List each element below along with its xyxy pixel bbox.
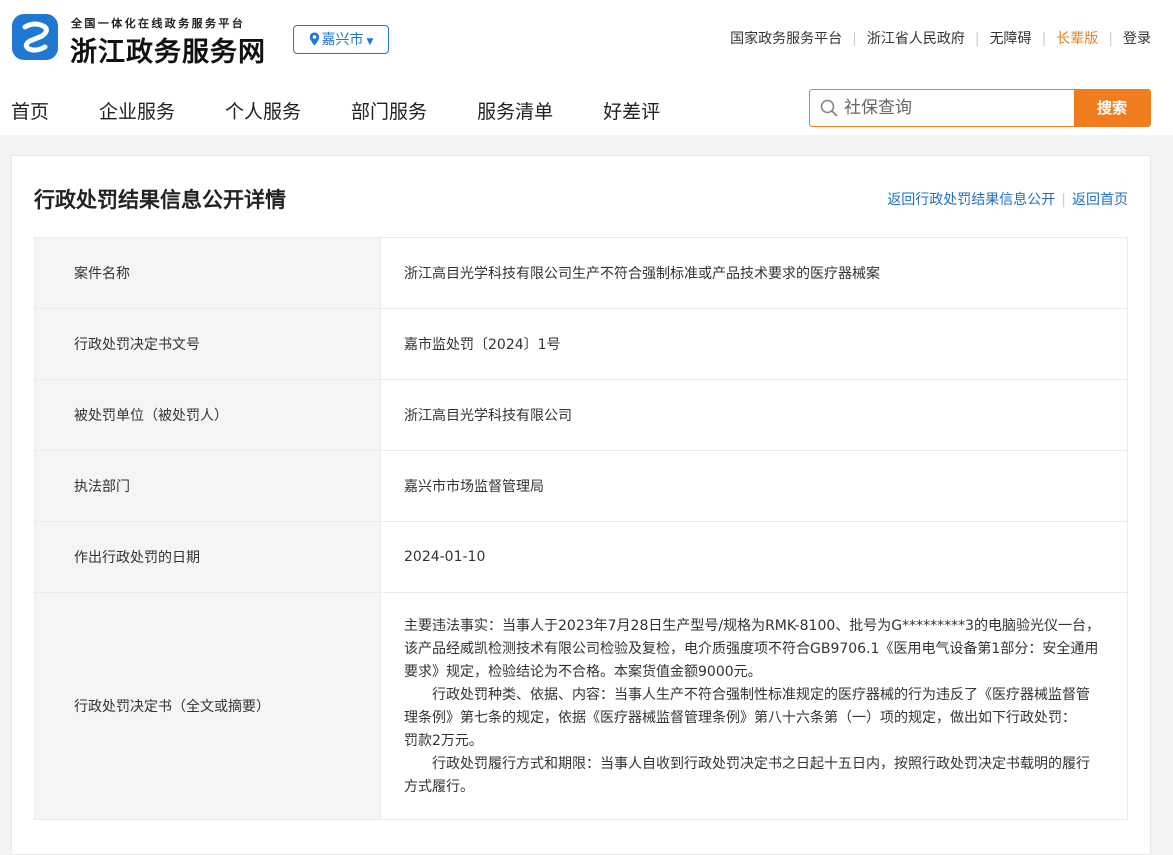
table-row: 作出行政处罚的日期 2024-01-10 xyxy=(34,521,1128,593)
back-to-home-link[interactable]: 返回首页 xyxy=(1072,192,1128,208)
logo-title[interactable]: 浙江政务服务网 xyxy=(70,30,266,69)
table-row: 行政处罚决定书文号 嘉市监处罚〔2024〕1号 xyxy=(34,308,1128,380)
field-label: 被处罚单位（被处罚人） xyxy=(34,379,381,451)
field-label: 行政处罚决定书文号 xyxy=(34,308,381,380)
divider: | xyxy=(1061,192,1066,208)
field-value: 2024-01-10 xyxy=(380,521,1128,593)
back-to-list-link[interactable]: 返回行政处罚结果信息公开 xyxy=(887,192,1055,208)
table-row: 行政处罚决定书（全文或摘要） 主要违法事实：当事人于2023年7月28日生产型号… xyxy=(34,592,1128,820)
page-title: 行政处罚结果信息公开详情 xyxy=(34,188,286,212)
caret-down-icon: ▼ xyxy=(366,37,374,47)
divider: | xyxy=(974,31,980,47)
city-label: 嘉兴市 xyxy=(321,32,364,48)
main-nav: 首页 企业服务 个人服务 部门服务 服务清单 好差评 xyxy=(11,97,710,124)
link-elder-mode[interactable]: 长辈版 xyxy=(1056,31,1098,47)
detail-table: 案件名称 浙江高目光学科技有限公司生产不符合强制标准或产品技术要求的医疗器械案 … xyxy=(34,237,1128,820)
search-box: 搜索 xyxy=(809,89,1151,127)
decision-text: 主要违法事实：当事人于2023年7月28日生产型号/规格为RMK-8100、批号… xyxy=(380,592,1128,820)
link-national-platform[interactable]: 国家政务服务平台 xyxy=(730,31,842,47)
link-login[interactable]: 登录 xyxy=(1123,31,1151,47)
search-input[interactable] xyxy=(844,90,1074,126)
field-value: 浙江高目光学科技有限公司生产不符合强制标准或产品技术要求的医疗器械案 xyxy=(380,237,1128,309)
nav-item-service-list[interactable]: 服务清单 xyxy=(477,101,553,123)
site-logo-icon[interactable] xyxy=(12,14,58,60)
detail-card: 行政处罚结果信息公开详情 返回行政处罚结果信息公开 | 返回首页 案件名称 浙江高目… xyxy=(11,155,1151,855)
link-provincial-government[interactable]: 浙江省人民政府 xyxy=(867,31,965,47)
field-label: 作出行政处罚的日期 xyxy=(34,521,381,593)
breadcrumb-links: 返回行政处罚结果信息公开 | 返回首页 xyxy=(887,189,1128,209)
decision-paragraph: 行政处罚履行方式和期限：当事人自收到行政处罚决定书之日起十五日内，按照行政处罚决… xyxy=(404,756,1090,795)
city-selector[interactable]: 嘉兴市 ▼ xyxy=(293,25,389,54)
field-value: 嘉兴市市场监督管理局 xyxy=(380,450,1128,522)
nav-item-personal[interactable]: 个人服务 xyxy=(225,101,301,123)
divider: | xyxy=(1041,31,1047,47)
table-row: 案件名称 浙江高目光学科技有限公司生产不符合强制标准或产品技术要求的医疗器械案 xyxy=(34,237,1128,309)
field-value: 嘉市监处罚〔2024〕1号 xyxy=(380,308,1128,380)
nav-item-enterprise[interactable]: 企业服务 xyxy=(99,101,175,123)
nav-item-department[interactable]: 部门服务 xyxy=(351,101,427,123)
decision-paragraph: 主要违法事实：当事人于2023年7月28日生产型号/规格为RMK-8100、批号… xyxy=(404,618,1101,680)
divider: | xyxy=(852,31,857,47)
field-label: 案件名称 xyxy=(34,237,381,309)
field-label: 行政处罚决定书（全文或摘要） xyxy=(34,592,381,820)
location-pin-icon xyxy=(309,28,320,57)
nav-item-home[interactable]: 首页 xyxy=(11,101,49,123)
decision-paragraph: 罚款2万元。 xyxy=(404,733,483,749)
logo-subtitle: 全国一体化在线政务服务平台 xyxy=(71,17,246,30)
search-button[interactable]: 搜索 xyxy=(1074,90,1150,126)
table-row: 执法部门 嘉兴市市场监督管理局 xyxy=(34,450,1128,522)
field-value: 浙江高目光学科技有限公司 xyxy=(380,379,1128,451)
table-row: 被处罚单位（被处罚人） 浙江高目光学科技有限公司 xyxy=(34,379,1128,451)
field-label: 执法部门 xyxy=(34,450,381,522)
nav-item-rating[interactable]: 好差评 xyxy=(603,101,660,123)
search-icon xyxy=(820,99,838,121)
divider: | xyxy=(1108,31,1113,47)
top-links: 国家政务服务平台 | 浙江省人民政府 | 无障碍 | 长辈版 | 登录 xyxy=(730,28,1151,48)
link-accessibility[interactable]: 无障碍 xyxy=(990,31,1032,47)
decision-paragraph: 行政处罚种类、依据、内容：当事人生产不符合强制性标准规定的医疗器械的行为违反了《… xyxy=(404,687,1090,726)
site-header: 全国一体化在线政务服务平台 浙江政务服务网 嘉兴市 ▼ 国家政务服务平台 | 浙江省人… xyxy=(0,0,1173,135)
